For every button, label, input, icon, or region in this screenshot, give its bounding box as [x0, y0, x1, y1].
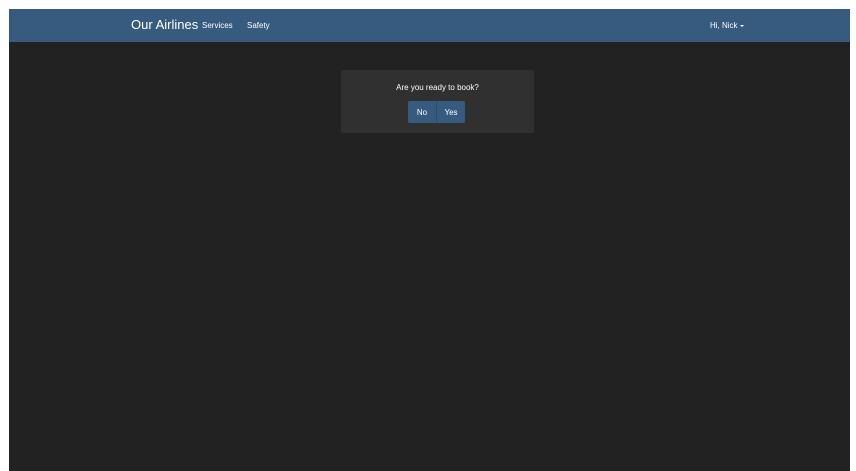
user-menu-dropdown[interactable]: Hi, Nick: [710, 20, 744, 31]
nav-link-safety[interactable]: Safety: [247, 20, 270, 31]
confirm-button-group: No Yes: [408, 101, 465, 123]
booking-confirm-dialog: Are you ready to book? No Yes: [341, 70, 534, 133]
nav-link-services[interactable]: Services: [202, 20, 233, 31]
top-navbar: Our Airlines Services Safety Hi, Nick: [9, 9, 850, 42]
user-greeting: Hi, Nick: [710, 21, 738, 30]
brand-logo[interactable]: Our Airlines: [131, 17, 198, 33]
app-window: Our Airlines Services Safety Hi, Nick Ar…: [9, 9, 850, 471]
yes-button[interactable]: Yes: [436, 101, 465, 123]
caret-down-icon: [739, 24, 744, 27]
no-button[interactable]: No: [408, 101, 436, 123]
dialog-message: Are you ready to book?: [396, 83, 479, 92]
